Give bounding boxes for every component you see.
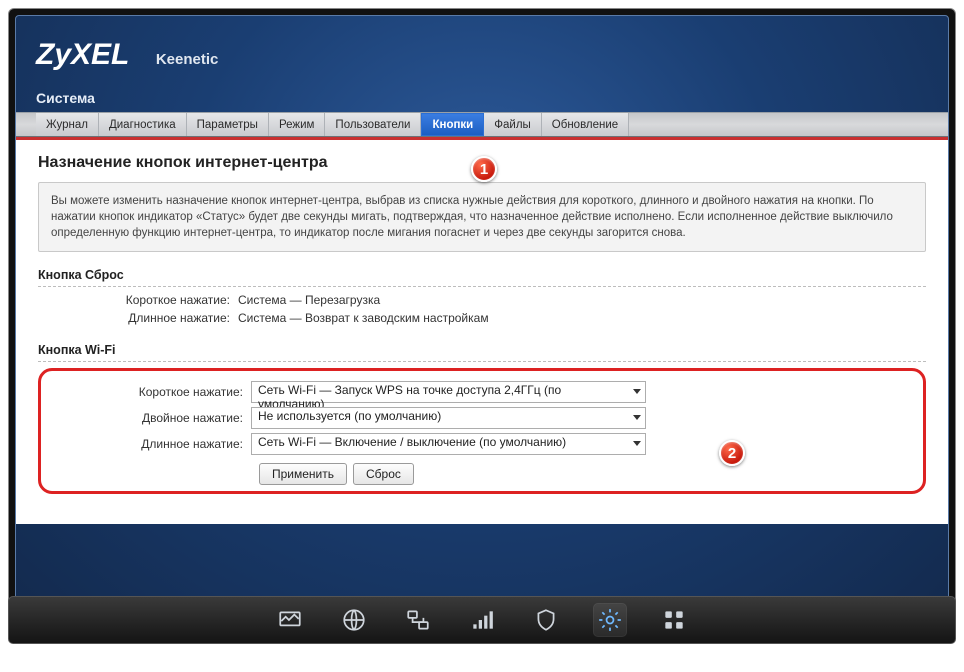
chevron-down-icon: [633, 389, 641, 394]
header: ZyXEL Keenetic: [16, 16, 948, 80]
wifi-double-label: Двойное нажатие:: [51, 411, 251, 425]
wifi-long-value: Сеть Wi-Fi — Включение / выключение (по …: [258, 435, 566, 449]
tab-mode[interactable]: Режим: [269, 113, 325, 136]
group-wifi-title: Кнопка Wi-Fi: [38, 343, 926, 362]
annotation-badge-2: 2: [719, 440, 745, 466]
content-area: Назначение кнопок интернет-центра Вы мож…: [16, 137, 948, 524]
router-admin-window: ZyXEL Keenetic Система Журнал Диагностик…: [15, 15, 949, 609]
reset-long-label: Длинное нажатие:: [38, 311, 238, 325]
chevron-down-icon: [633, 415, 641, 420]
wifi-double-select[interactable]: Не используется (по умолчанию): [251, 407, 646, 429]
wifi-long-label: Длинное нажатие:: [51, 437, 251, 451]
wifi-short-label: Короткое нажатие:: [51, 385, 251, 399]
help-text: Вы можете изменить назначение кнопок инт…: [38, 182, 926, 252]
wifi-long-select[interactable]: Сеть Wi-Fi — Включение / выключение (по …: [251, 433, 646, 455]
wifi-settings-highlight: Короткое нажатие: Сеть Wi-Fi — Запуск WP…: [38, 368, 926, 494]
shield-icon[interactable]: [530, 604, 562, 636]
tab-buttons[interactable]: Кнопки: [421, 113, 484, 136]
reset-short-value: Система — Перезагрузка: [238, 293, 380, 307]
tab-diagnostics[interactable]: Диагностика: [99, 113, 187, 136]
tab-update[interactable]: Обновление: [542, 113, 629, 136]
group-reset-title: Кнопка Сброс: [38, 268, 926, 287]
network-icon[interactable]: [402, 604, 434, 636]
monitor-icon[interactable]: [274, 604, 306, 636]
model-name: Keenetic: [156, 51, 219, 68]
reset-button[interactable]: Сброс: [353, 463, 414, 485]
bottom-toolbar: [8, 596, 956, 644]
reset-short-label: Короткое нажатие:: [38, 293, 238, 307]
section-title: Система: [16, 80, 948, 112]
globe-icon[interactable]: [338, 604, 370, 636]
annotation-badge-1: 1: [471, 156, 497, 182]
tab-users[interactable]: Пользователи: [325, 113, 421, 136]
apps-grid-icon[interactable]: [658, 604, 690, 636]
gear-icon[interactable]: [594, 604, 626, 636]
wifi-bars-icon[interactable]: [466, 604, 498, 636]
wifi-short-select[interactable]: Сеть Wi-Fi — Запуск WPS на точке доступа…: [251, 381, 646, 403]
wifi-double-value: Не используется (по умолчанию): [258, 409, 441, 423]
tab-files[interactable]: Файлы: [484, 113, 542, 136]
apply-button[interactable]: Применить: [259, 463, 347, 485]
tab-journal[interactable]: Журнал: [36, 113, 99, 136]
reset-long-value: Система — Возврат к заводским настройкам: [238, 311, 489, 325]
tab-bar: Журнал Диагностика Параметры Режим Польз…: [16, 112, 948, 137]
chevron-down-icon: [633, 441, 641, 446]
tab-parameters[interactable]: Параметры: [187, 113, 269, 136]
brand-logo: ZyXEL: [36, 38, 129, 71]
